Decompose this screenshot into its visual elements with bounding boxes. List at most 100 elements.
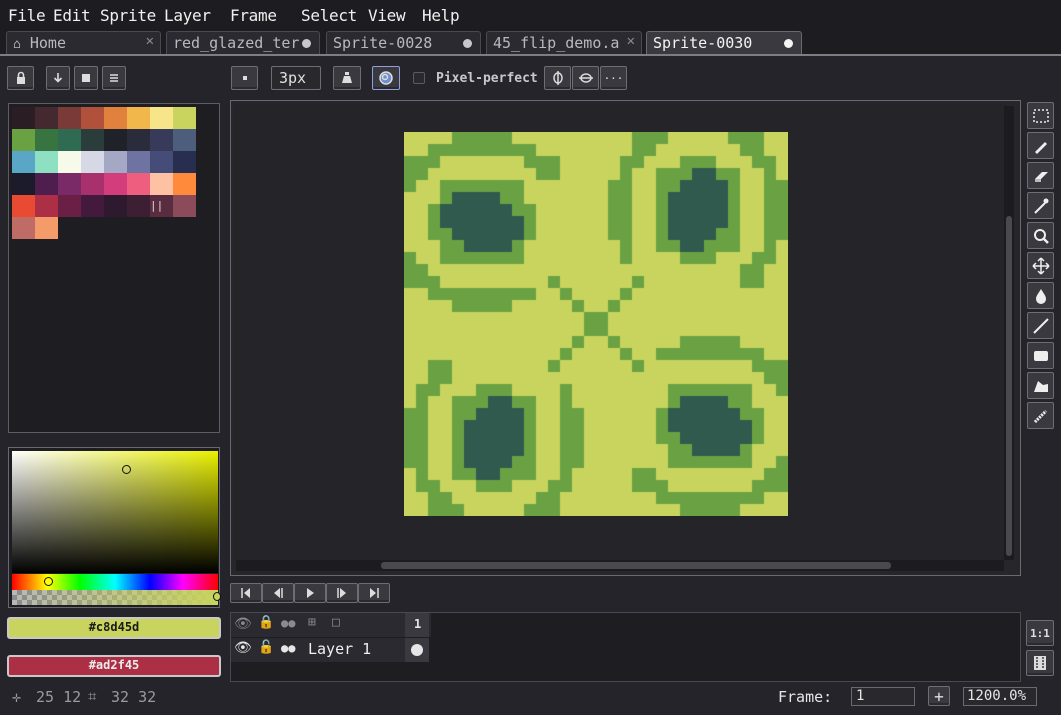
- menu-frame[interactable]: Frame: [230, 6, 277, 25]
- palette-swatch[interactable]: [104, 129, 127, 151]
- saturation-value-box[interactable]: [12, 451, 218, 573]
- palette-swatch[interactable]: [104, 195, 127, 217]
- play-button[interactable]: [294, 583, 326, 603]
- palette-swatch[interactable]: [150, 151, 173, 173]
- brush-size-field[interactable]: 3px: [271, 66, 321, 90]
- palette-swatch[interactable]: [127, 173, 150, 195]
- palette-save-button[interactable]: [74, 66, 98, 90]
- symmetry-horizontal-button[interactable]: [572, 66, 599, 90]
- continuous-icon[interactable]: ●●: [281, 641, 295, 655]
- background-color-button[interactable]: #ad2f45: [7, 655, 221, 677]
- tab-45-flip-demo[interactable]: 45_flip_demo.a ✕: [486, 31, 642, 54]
- lock-header-icon[interactable]: 🔒: [258, 615, 274, 630]
- palette-swatch[interactable]: [81, 129, 104, 151]
- tool-rectangle[interactable]: [1027, 342, 1054, 369]
- symmetry-options-button[interactable]: ···: [600, 66, 627, 90]
- palette-swatch[interactable]: [12, 107, 35, 129]
- layer-name[interactable]: Layer 1: [308, 640, 371, 658]
- timeline-settings-button[interactable]: [1026, 650, 1054, 676]
- pixel-perfect-checkbox[interactable]: [413, 72, 425, 84]
- vertical-scrollbar-thumb[interactable]: [1006, 216, 1012, 556]
- alpha-slider[interactable]: [12, 590, 218, 605]
- last-frame-button[interactable]: [358, 583, 390, 603]
- palette-swatch[interactable]: [35, 129, 58, 151]
- palette-swatch[interactable]: [81, 195, 104, 217]
- symmetry-vertical-button[interactable]: [544, 66, 571, 90]
- palette-swatch[interactable]: [104, 151, 127, 173]
- tool-rectangular-marquee[interactable]: [1027, 102, 1054, 129]
- canvas-editor[interactable]: [230, 100, 1021, 576]
- tool-eraser[interactable]: [1027, 162, 1054, 189]
- palette-swatch[interactable]: [81, 151, 104, 173]
- add-frame-button[interactable]: +: [928, 686, 950, 706]
- hue-slider[interactable]: [12, 574, 218, 590]
- palette-swatch[interactable]: [173, 195, 196, 217]
- palette-swatch[interactable]: [127, 107, 150, 129]
- hue-cursor[interactable]: [44, 577, 53, 586]
- brush-type-button[interactable]: [231, 66, 258, 90]
- opacity-button[interactable]: [372, 66, 400, 90]
- tool-blur[interactable]: [1027, 402, 1054, 429]
- palette-swatch[interactable]: [127, 195, 150, 217]
- palette-swatch[interactable]: [173, 107, 196, 129]
- menu-edit[interactable]: Edit: [53, 6, 91, 25]
- continuous-header-icon[interactable]: ●●: [281, 616, 295, 630]
- palette-swatch[interactable]: [12, 129, 35, 151]
- palette-swatch[interactable]: [12, 151, 35, 173]
- link-cels-header-icon[interactable]: □: [332, 615, 340, 630]
- tool-line[interactable]: [1027, 312, 1054, 339]
- previous-frame-button[interactable]: [262, 583, 294, 603]
- first-frame-button[interactable]: [230, 583, 262, 603]
- palette-lock-button[interactable]: [7, 66, 34, 90]
- tool-zoom[interactable]: [1027, 222, 1054, 249]
- sprite-canvas[interactable]: [404, 132, 788, 516]
- frame-input[interactable]: 1: [851, 687, 915, 706]
- palette-swatch[interactable]: [150, 107, 173, 129]
- ink-type-button[interactable]: [333, 66, 361, 90]
- menu-sprite[interactable]: Sprite: [100, 6, 156, 25]
- tab-red-glazed[interactable]: red_glazed_ter: [166, 31, 320, 54]
- tool-paint-bucket[interactable]: [1027, 282, 1054, 309]
- close-icon[interactable]: ✕: [146, 33, 154, 49]
- zoom-input[interactable]: 1200.0%: [963, 687, 1037, 706]
- palette-swatch[interactable]: [173, 129, 196, 151]
- palette-swatch[interactable]: [35, 107, 58, 129]
- visibility-header-icon[interactable]: 👁: [234, 616, 252, 632]
- palette-swatch[interactable]: [58, 151, 81, 173]
- palette-swatch[interactable]: [58, 173, 81, 195]
- palette-swatch[interactable]: [127, 151, 150, 173]
- menu-help[interactable]: Help: [422, 6, 460, 25]
- palette-swatch[interactable]: [58, 107, 81, 129]
- menu-view[interactable]: View: [368, 6, 406, 25]
- menu-select[interactable]: Select: [301, 6, 357, 25]
- palette-swatch[interactable]: [58, 129, 81, 151]
- palette-swatch[interactable]: [12, 195, 35, 217]
- palette-resize-handle[interactable]: ||: [150, 199, 163, 212]
- layer-group-header-icon[interactable]: ⊞: [308, 615, 316, 630]
- palette-swatch[interactable]: [35, 151, 58, 173]
- palette-swatch[interactable]: [35, 195, 58, 217]
- palette-swatch[interactable]: [127, 129, 150, 151]
- palette-swatch[interactable]: [12, 173, 35, 195]
- palette-swatch[interactable]: [173, 173, 196, 195]
- palette-load-button[interactable]: [46, 66, 70, 90]
- palette-swatch[interactable]: [12, 217, 35, 239]
- tool-move[interactable]: [1027, 252, 1054, 279]
- palette-menu-button[interactable]: [102, 66, 126, 90]
- palette-swatch[interactable]: [81, 107, 104, 129]
- foreground-color-button[interactable]: #c8d45d: [7, 617, 221, 639]
- palette-swatch[interactable]: [81, 173, 104, 195]
- unlock-icon[interactable]: 🔓: [258, 640, 274, 655]
- palette-swatch[interactable]: [35, 217, 58, 239]
- palette-swatch[interactable]: [104, 173, 127, 195]
- tool-pencil[interactable]: [1027, 132, 1054, 159]
- tab-sprite-0030[interactable]: Sprite-0030: [646, 31, 802, 54]
- palette-swatch[interactable]: [150, 129, 173, 151]
- palette-swatch[interactable]: [58, 195, 81, 217]
- menu-layer[interactable]: Layer: [164, 6, 211, 25]
- tool-contour[interactable]: [1027, 372, 1054, 399]
- palette-swatch[interactable]: [150, 173, 173, 195]
- next-frame-button[interactable]: [326, 583, 358, 603]
- alpha-cursor[interactable]: [213, 592, 221, 601]
- tab-sprite-0028[interactable]: Sprite-0028: [326, 31, 481, 54]
